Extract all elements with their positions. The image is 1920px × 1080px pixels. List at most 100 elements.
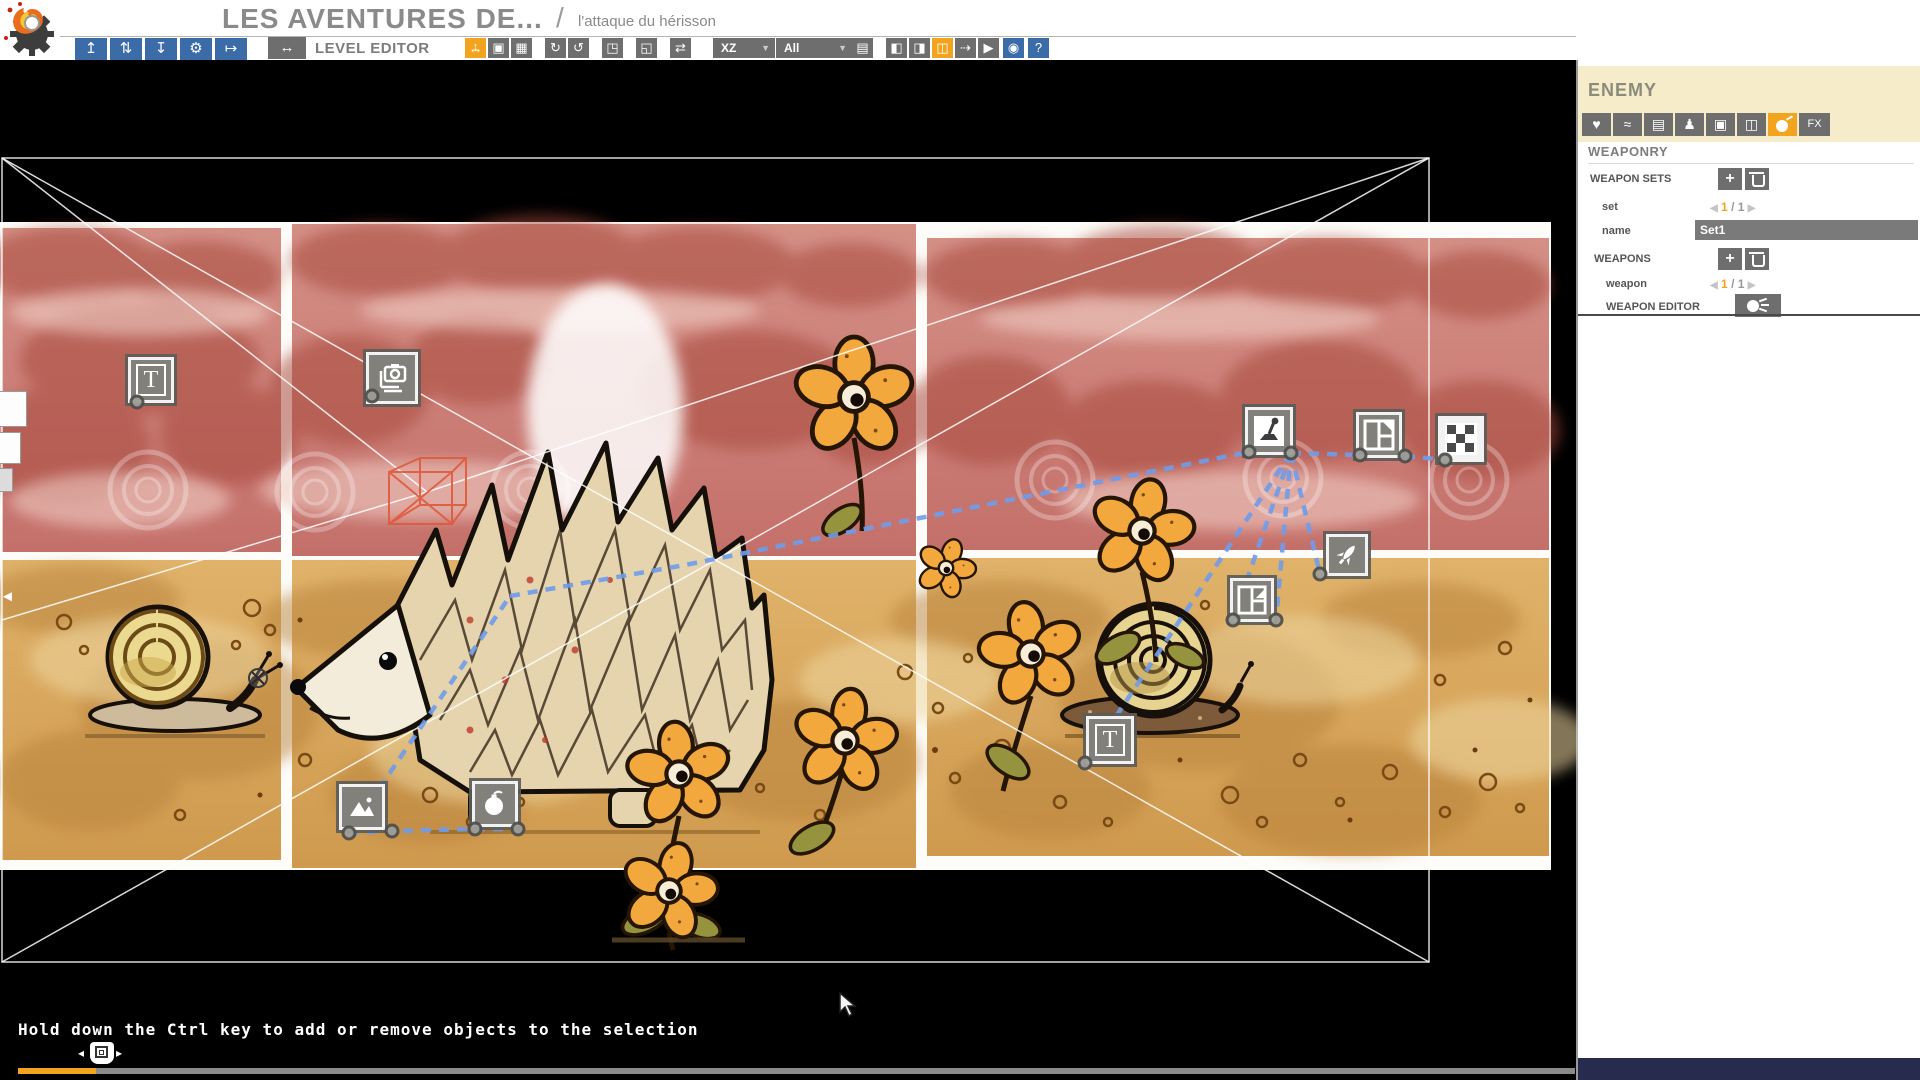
path-node[interactable] (1353, 448, 1368, 463)
paste-object-grid-icon[interactable]: ▦ (511, 38, 532, 58)
set-total: 1 (1738, 200, 1745, 214)
panel-bottom-strip (1578, 1058, 1920, 1080)
path-node[interactable] (1242, 445, 1257, 460)
set-next-icon[interactable]: ▶ (1748, 203, 1756, 214)
enemy-tab-strip: ♥≈▤♟▣◫ FX (1582, 113, 1832, 136)
upload-level-icon[interactable]: ↥ (75, 38, 107, 60)
tab-pose-icon[interactable]: ♟ (1675, 113, 1704, 136)
text-icon: T (1095, 724, 1125, 756)
set-name-input[interactable]: Set1 (1695, 220, 1918, 240)
set-prev-icon[interactable]: ◀ (1710, 203, 1718, 214)
picture-object-marker[interactable] (339, 784, 385, 830)
download-level-icon[interactable]: ↧ (145, 38, 177, 60)
weapon-sets-label: WEAPON SETS (1590, 173, 1671, 185)
tab-health-icon[interactable]: ♥ (1582, 113, 1611, 136)
snapshot-active-icon[interactable]: ◫ (932, 38, 953, 58)
split-frame-icon (1237, 585, 1267, 615)
panel-divider (1578, 314, 1920, 316)
add-weapon-button[interactable]: + (1718, 248, 1742, 270)
tab-duplicate-icon[interactable]: ◫ (1737, 113, 1766, 136)
view-toolbar: ▤ ◧◨◫⇢▶◉? (852, 38, 1051, 58)
help-icon[interactable]: ? (1028, 38, 1049, 58)
path-node[interactable] (130, 395, 145, 410)
split-frame-icon (1363, 419, 1395, 451)
set-label: set (1602, 201, 1618, 213)
paste-object-icon[interactable]: ▣ (488, 38, 509, 58)
path-node[interactable] (1078, 756, 1093, 771)
weapon-sep: / (1731, 277, 1734, 291)
tab-fx[interactable]: FX (1799, 113, 1830, 136)
tab-weaponry-icon[interactable] (1768, 113, 1797, 136)
fit-view-button[interactable]: ↔ (268, 37, 306, 59)
axis-dropdown-value: XZ (721, 41, 736, 55)
panel-title: ENEMY (1588, 80, 1657, 101)
header-bar: LES AVENTURES DE... / l'attaque du héris… (0, 0, 1920, 60)
offscreen-panel-tab[interactable] (0, 432, 21, 464)
snap-grid-icon[interactable]: ◱ (636, 38, 657, 58)
camera-shield-icon (90, 1042, 114, 1064)
move-tool-icon[interactable]: ↔↕ (465, 38, 486, 58)
import-level-icon[interactable]: ⇅ (110, 38, 142, 60)
app-title: LES AVENTURES DE... (222, 3, 543, 35)
path-node[interactable] (1438, 453, 1453, 468)
rocket-weapon-marker[interactable] (1326, 534, 1368, 576)
path-node[interactable] (1269, 613, 1284, 628)
tab-frame-icon[interactable]: ▣ (1706, 113, 1735, 136)
rotate-cw-icon[interactable]: ↻ (545, 38, 566, 58)
path-node[interactable] (511, 822, 526, 837)
path-node[interactable] (1398, 449, 1413, 464)
path-node[interactable] (1284, 446, 1299, 461)
path-node[interactable] (365, 389, 380, 404)
add-weapon-set-button[interactable]: + (1718, 168, 1742, 190)
progress-track (18, 1068, 1575, 1074)
snail-anchor-node[interactable] (249, 669, 267, 687)
weapon-prev-icon[interactable]: ◀ (1710, 280, 1718, 291)
path-node[interactable] (385, 824, 400, 839)
offscreen-panel-tab[interactable] (0, 391, 27, 427)
play-level-icon[interactable]: ▶ (978, 38, 999, 58)
settings-icon[interactable]: ⚙ (180, 38, 212, 60)
checkerboard-icon (1445, 423, 1477, 455)
flip-tool-icon[interactable]: ⇄ (670, 38, 691, 58)
filter-dropdown[interactable]: All ▼ (776, 38, 852, 58)
file-toolbar: ↥⇅↧⚙↦ (75, 38, 250, 60)
sky-panels (0, 215, 1560, 556)
title-separator: / (556, 2, 564, 34)
camera-nav-widget[interactable]: ◂ ▸ (78, 1042, 124, 1066)
path-select-icon[interactable]: ⇢ (955, 38, 976, 58)
enemy-panel: ENEMY WEAPONRY WEAPON SETS + set ◀ 1 / 1… (1578, 60, 1920, 1080)
text-icon: T (136, 364, 166, 396)
snapshot-back-icon[interactable]: ◧ (886, 38, 907, 58)
tab-layers-icon[interactable]: ▤ (1644, 113, 1673, 136)
chevron-down-icon: ▼ (838, 38, 847, 58)
snapshot-mid-icon[interactable]: ◨ (909, 38, 930, 58)
weaponry-section-title: WEAPONRY (1588, 144, 1914, 164)
axis-dropdown[interactable]: XZ ▼ (713, 38, 775, 58)
tool-toolbar: ↔↕▣▦ ↻↺ ◳ ◱ ⇄ (465, 38, 693, 58)
path-node[interactable] (468, 822, 483, 837)
offscreen-panel-tab[interactable] (0, 468, 13, 492)
edge-arrow-icon[interactable]: ◄ (0, 588, 15, 605)
rotate-ccw-icon[interactable]: ↺ (568, 38, 589, 58)
mouse-cursor (838, 992, 860, 1018)
delete-weapon-button[interactable] (1745, 248, 1769, 270)
prev-icon[interactable]: ◂ (78, 1046, 84, 1060)
delete-weapon-set-button[interactable] (1745, 168, 1769, 190)
weapons-label: WEAPONS (1594, 253, 1651, 265)
exit-editor-icon[interactable]: ↦ (215, 38, 247, 60)
mode-label: LEVEL EDITOR (315, 40, 430, 57)
weapon-editor-label: WEAPON EDITOR (1606, 301, 1700, 313)
layers-icon[interactable]: ▤ (852, 38, 873, 58)
scale-tool-icon[interactable]: ◳ (602, 38, 623, 58)
path-node[interactable] (1226, 613, 1241, 628)
orbit-camera-icon[interactable]: ◉ (1003, 38, 1024, 58)
tab-movement-icon[interactable]: ≈ (1613, 113, 1642, 136)
app-logo-icon (2, 0, 58, 58)
next-icon[interactable]: ▸ (116, 1046, 122, 1060)
path-node[interactable] (1313, 567, 1328, 582)
path-node[interactable] (342, 826, 357, 841)
weapon-next-icon[interactable]: ▶ (1748, 280, 1756, 291)
bomb-weapon-marker[interactable] (472, 781, 518, 827)
text-object-marker-2[interactable]: T (1086, 716, 1134, 764)
bomb-icon (1747, 300, 1759, 312)
